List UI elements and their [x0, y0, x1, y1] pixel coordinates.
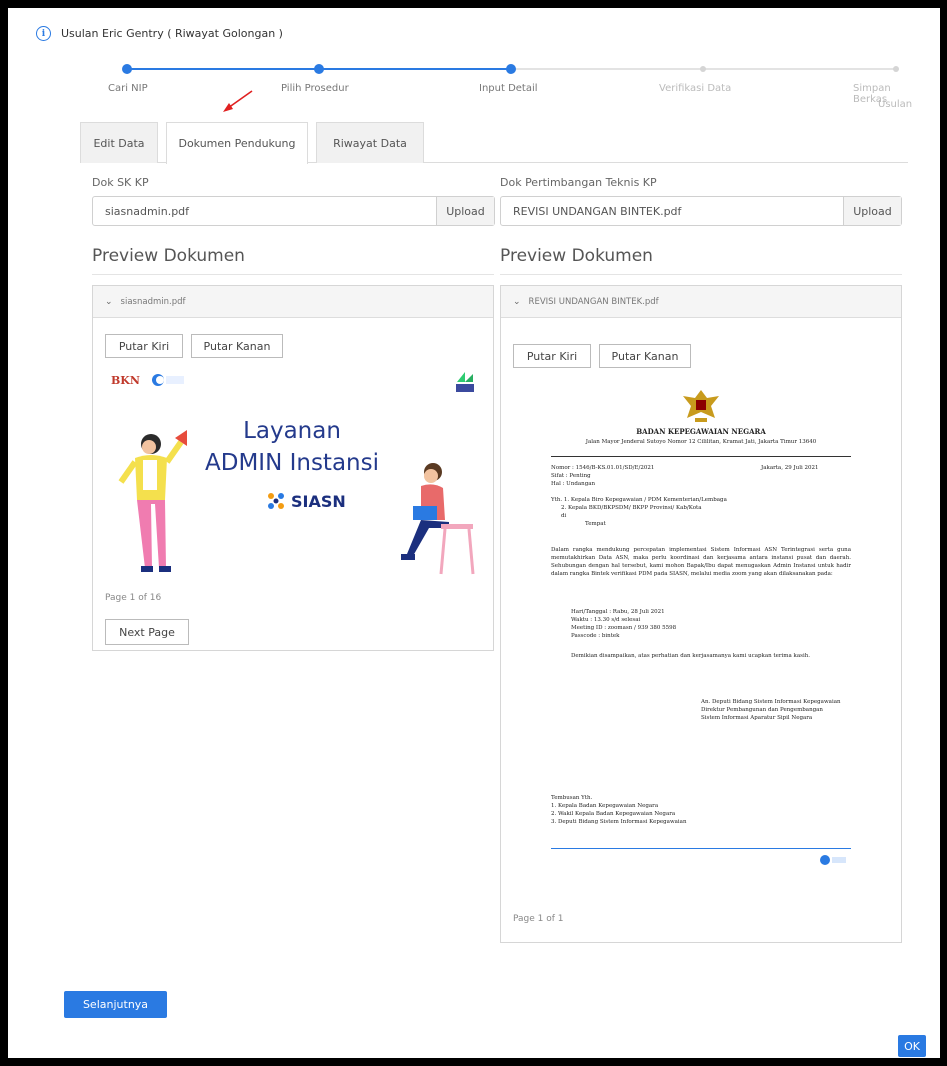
siasn-logo-text: SIASN — [291, 491, 346, 511]
preview-title-right: Preview Dokumen — [500, 246, 902, 275]
letter-closing: Demikian disampaikan, atas perhatian dan… — [571, 653, 811, 659]
step-label-usulan: Usulan — [878, 99, 913, 110]
dok-pertimbangan-filename[interactable]: REVISI UNDANGAN BINTEK.pdf — [501, 197, 843, 225]
letter-date: Jakarta, 29 Juli 2021 — [761, 465, 819, 471]
letter-sign-line-3: Sistem Informasi Aparatur Sipil Negara — [701, 715, 813, 721]
page-indicator-right: Page 1 of 1 — [513, 914, 564, 924]
letter-meta-number: Nomor : 1546/B-KS.01.01/SD/E/2021 — [551, 465, 655, 471]
panel-title-left: siasnadmin.pdf — [120, 296, 186, 307]
panel-header-left[interactable]: ⌄ siasnadmin.pdf — [93, 286, 493, 318]
letter-meta: Nomor : 1546/B-KS.01.01/SD/E/2021 Sifat … — [551, 464, 654, 488]
step-dot-3 — [506, 64, 516, 74]
letter-footer-divider — [551, 848, 851, 849]
step-label-cari-nip: Cari NIP — [108, 83, 148, 94]
step-dot-2 — [314, 64, 324, 74]
page-indicator-left: Page 1 of 16 — [105, 593, 162, 603]
bangga-asn-logo-icon — [152, 374, 184, 386]
next-page-button[interactable]: Next Page — [105, 619, 189, 645]
letter-cc-title: Tembusan Yth. — [551, 795, 593, 801]
woman-megaphone-illustration — [118, 430, 187, 572]
tab-edit-data[interactable]: Edit Data — [80, 122, 158, 163]
letter-divider — [551, 456, 851, 457]
step-dot-1 — [122, 64, 132, 74]
letter-recipient-at: di — [561, 513, 567, 519]
bkn-logo: BKN — [111, 374, 140, 387]
letter-cc-2: 2. Wakil Kepala Badan Kepegawaian Negara — [551, 811, 676, 817]
dialog: i Usulan Eric Gentry ( Riwayat Golongan … — [8, 8, 940, 1058]
siasn-logo-icon — [268, 493, 284, 509]
preview-title-left: Preview Dokumen — [92, 246, 494, 275]
pdm-logo-icon — [456, 372, 474, 392]
letter-recipient-place: Tempat — [585, 521, 606, 527]
tab-bar: Edit Data Dokumen Pendukung Riwayat Data — [80, 122, 908, 164]
letter-signature: An. Deputi Bidang Sistem Informasi Kepeg… — [701, 698, 851, 722]
tab-riwayat-data[interactable]: Riwayat Data — [316, 122, 424, 163]
red-arrow-icon — [223, 90, 253, 112]
garuda-emblem-icon — [683, 390, 719, 422]
letter-cc-3: 3. Deputi Bidang Sistem Informasi Kepega… — [551, 819, 687, 825]
panel-title-right: REVISI UNDANGAN BINTEK.pdf — [528, 296, 659, 307]
letter-document-preview: BADAN KEPEGAWAIAN NEGARA Jalan Mayor Jen… — [551, 386, 851, 916]
letter-schedule: Hari/Tanggal : Rabu, 28 Juli 2021 Waktu … — [571, 608, 676, 640]
preview-panel-left: ⌄ siasnadmin.pdf Putar Kiri Putar Kanan … — [92, 285, 494, 651]
panel-header-right[interactable]: ⌄ REVISI UNDANGAN BINTEK.pdf — [501, 286, 901, 318]
letter-heading: BADAN KEPEGAWAIAN NEGARA — [636, 427, 766, 436]
dok-pertimbangan-upload: REVISI UNDANGAN BINTEK.pdf Upload — [500, 196, 902, 226]
letter-sign-line-1: An. Deputi Bidang Sistem Informasi Kepeg… — [701, 699, 841, 705]
letter-meta-subject: Hal : Undangan — [551, 481, 596, 487]
letter-schedule-passcode: Passcode : bintek — [571, 633, 620, 639]
step-label-input-detail: Input Detail — [479, 83, 538, 94]
step-label-verifikasi-data: Verifikasi Data — [659, 83, 732, 94]
ok-button[interactable]: OK — [898, 1035, 926, 1057]
letter-cc-1: 1. Kepala Badan Kepegawaian Negara — [551, 803, 659, 809]
dok-pertimbangan-label: Dok Pertimbangan Teknis KP — [500, 176, 657, 189]
rotate-left-button[interactable]: Putar Kiri — [105, 334, 183, 358]
chevron-down-icon: ⌄ — [513, 296, 521, 307]
woman-laptop-illustration — [401, 463, 475, 575]
letter-body: Dalam rangka mendukung percepatan implem… — [551, 547, 851, 577]
rotate-left-button[interactable]: Putar Kiri — [513, 344, 591, 368]
letter-recipient-2: 2. Kepala BKD/BKPSDM/ BKPP Provinsi/ Kab… — [561, 505, 702, 511]
letter-address: Jalan Mayor Jenderal Sutoyo Nomor 12 Cil… — [585, 439, 817, 445]
step-label-pilih-prosedur: Pilih Prosedur — [281, 83, 349, 94]
footer-logo-icon — [820, 855, 846, 865]
preview-panel-right: ⌄ REVISI UNDANGAN BINTEK.pdf Putar Kiri … — [500, 285, 902, 943]
selanjutnya-button[interactable]: Selanjutnya — [64, 991, 167, 1018]
dialog-header: i Usulan Eric Gentry ( Riwayat Golongan … — [36, 26, 283, 41]
upload-button-sk-kp[interactable]: Upload — [436, 197, 494, 225]
dok-sk-kp-label: Dok SK KP — [92, 176, 149, 189]
letter-meta-nature: Sifat : Penting — [551, 473, 591, 479]
letter-schedule-day: Hari/Tanggal : Rabu, 28 Juli 2021 — [571, 609, 665, 615]
letter-sign-line-2: Direktur Pembangunan dan Pengembangan — [701, 707, 823, 713]
letter-recipient-1: Yth. 1. Kepala Biro Kepegawaian / PDM Ke… — [551, 497, 727, 503]
letter-recipients: Yth. 1. Kepala Biro Kepegawaian / PDM Ke… — [551, 496, 727, 528]
chevron-down-icon: ⌄ — [105, 296, 113, 307]
rotate-right-button[interactable]: Putar Kanan — [191, 334, 283, 358]
letter-schedule-time: Waktu : 13.30 s/d selesai — [571, 617, 641, 623]
letter-cc: Tembusan Yth. 1. Kepala Badan Kepegawaia… — [551, 794, 687, 826]
tab-dokumen-pendukung[interactable]: Dokumen Pendukung — [166, 122, 308, 164]
progress-stepper: Cari NIP Pilih Prosedur Input Detail Ver… — [96, 63, 916, 123]
step-dot-5 — [893, 66, 899, 72]
info-icon: i — [36, 26, 51, 41]
dialog-title: Usulan Eric Gentry ( Riwayat Golongan ) — [61, 27, 283, 40]
letter-schedule-meeting: Meeting ID : zoomasn / 939 380 5598 — [571, 625, 677, 631]
rotate-right-button[interactable]: Putar Kanan — [599, 344, 691, 368]
step-dot-4 — [700, 66, 706, 72]
siasn-logo: SIASN — [265, 490, 346, 512]
document-slide-preview: BKN Layanan ADMIN Instansi SIASN — [103, 368, 481, 576]
upload-button-pertimbangan[interactable]: Upload — [843, 197, 901, 225]
dok-sk-kp-upload: siasnadmin.pdf Upload — [92, 196, 495, 226]
dok-sk-kp-filename[interactable]: siasnadmin.pdf — [93, 197, 436, 225]
